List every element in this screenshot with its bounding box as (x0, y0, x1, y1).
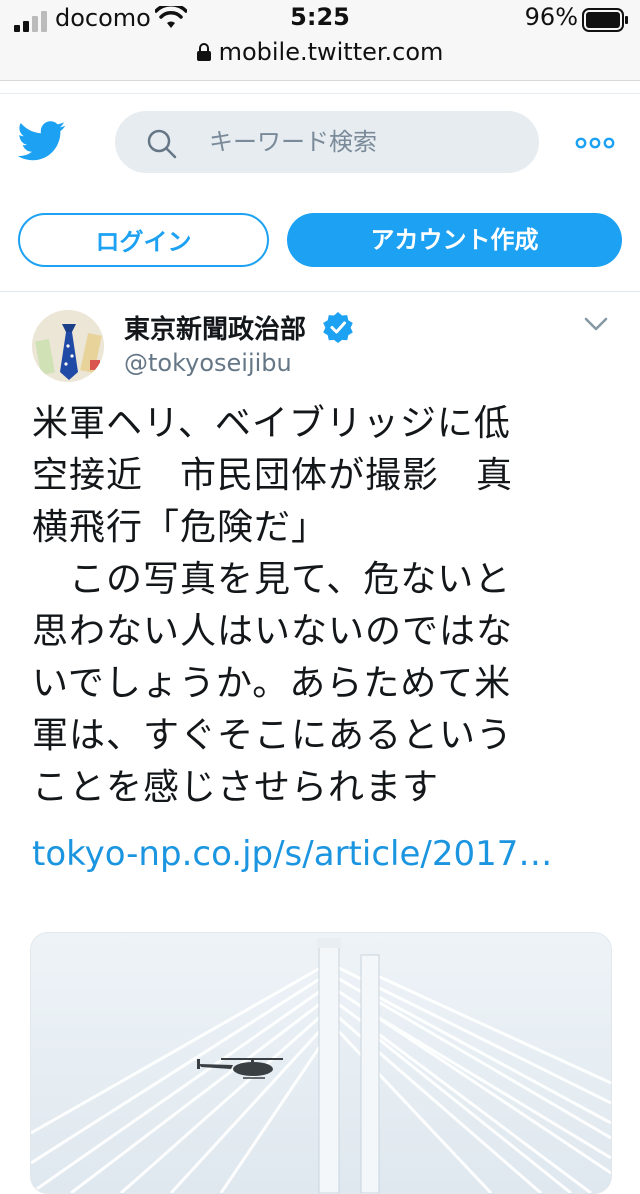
avatar[interactable] (32, 310, 104, 382)
bridge-photo (31, 938, 611, 1193)
tweet-text-line: 空接近 市民団体が撮影 真 (32, 455, 514, 496)
tweet[interactable]: 東京新聞政治部 @tokyoseijibu 米軍ヘリ、ベイブリッジに低 空接近 … (0, 292, 640, 1194)
tweet-text-line: 思わない人はいないのではな (32, 611, 514, 652)
tweet-link[interactable]: tokyo-np.co.jp/s/article/2017… (32, 834, 607, 874)
author-handle[interactable]: @tokyoseijibu (124, 349, 292, 377)
tweet-text-line: いでしょうか。あらためて米 (32, 663, 512, 704)
lock-icon (196, 43, 211, 61)
url-text: mobile.twitter.com (218, 38, 444, 66)
address-bar[interactable]: mobile.twitter.com (0, 38, 640, 66)
battery-icon (582, 8, 628, 32)
chevron-down-icon[interactable] (584, 316, 608, 332)
twitter-bird-icon[interactable] (18, 121, 66, 161)
tweet-text-line: ことを感じさせられます (32, 767, 440, 808)
create-account-button[interactable]: アカウント作成 (287, 213, 622, 267)
login-button[interactable]: ログイン (18, 213, 269, 267)
avatar-image (32, 310, 104, 382)
search-input[interactable] (207, 121, 521, 163)
twitter-header: ログイン アカウント作成 (0, 81, 640, 292)
status-bar: docomo 5:25 96% mobile.twitter.com (0, 0, 640, 81)
verified-badge-icon (323, 312, 353, 343)
tweet-text: 米軍ヘリ、ベイブリッジに低 空接近 市民団体が撮影 真 横飛行「危険だ」 この写… (32, 398, 612, 814)
divider (0, 93, 640, 94)
tweet-photo[interactable] (30, 932, 612, 1194)
author-name[interactable]: 東京新聞政治部 (124, 309, 306, 346)
tweet-text-line: この写真を見て、危ないと (32, 559, 512, 600)
tweet-text-line: 横飛行「危険だ」 (32, 507, 329, 548)
tweet-text-line: 米軍ヘリ、ベイブリッジに低 (32, 403, 511, 444)
more-options-icon[interactable] (575, 136, 615, 150)
tweet-text-line: 軍は、すぐそこにあるという (32, 715, 514, 756)
search-box[interactable] (115, 111, 539, 173)
battery-percentage: 96% (524, 3, 578, 31)
search-icon (147, 129, 177, 159)
